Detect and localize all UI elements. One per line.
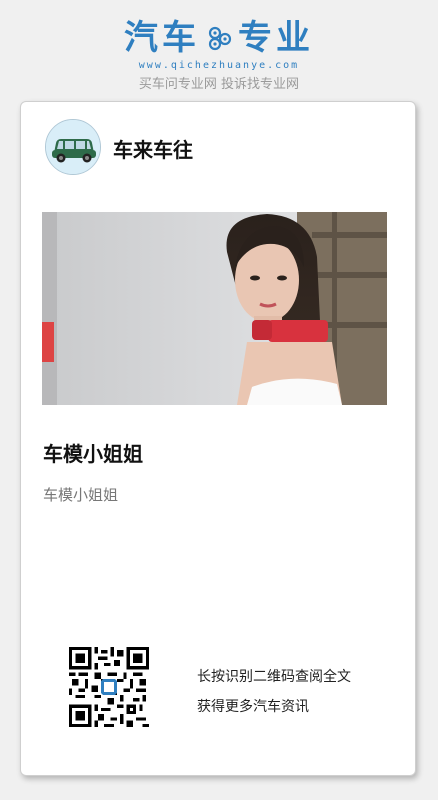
qr-caption-line1: 长按识别二维码查阅全文 (197, 669, 351, 685)
avatar[interactable] (45, 119, 101, 175)
author-name: 车来车往 (113, 138, 193, 162)
qr-code[interactable] (69, 647, 149, 727)
brand-url: www.qichezhuanye.com (138, 60, 300, 71)
brand-header: 汽车 专业 www.qichezhuanye.com 买车问专业网 投诉找专业网 (0, 18, 438, 92)
article-title: 车模小姐姐 (43, 442, 143, 466)
gear-icon (208, 26, 232, 51)
brand-tagline: 买车问专业网 投诉找专业网 (138, 77, 300, 92)
car-icon (46, 120, 100, 174)
article-card[interactable]: 车来车往 车模小姐姐 车模小姐姐 长按识别二维码查阅全文 获得更多汽车资讯 (20, 101, 416, 776)
qr-caption: 长按识别二维码查阅全文 获得更多汽车资讯 (197, 662, 351, 722)
article-subtitle: 车模小姐姐 (43, 486, 119, 504)
qr-caption-line2: 获得更多汽车资讯 (197, 699, 309, 715)
brand-logo-left: 汽车 (124, 18, 200, 58)
qr-code-image (69, 647, 149, 727)
model-photo-image (42, 212, 387, 405)
brand-logo-right: 专业 (238, 18, 314, 58)
brand-logo: 汽车 专业 (124, 18, 314, 58)
article-photo[interactable] (42, 212, 387, 405)
